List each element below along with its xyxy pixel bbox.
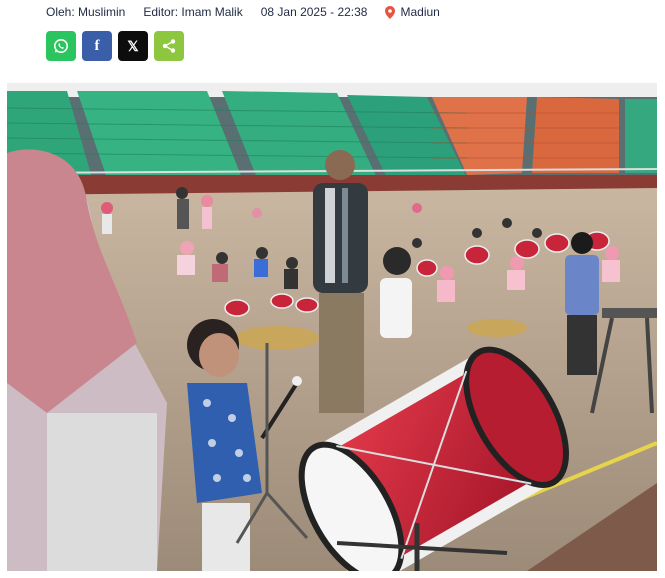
share-icon (162, 39, 176, 53)
share-generic-button[interactable] (154, 31, 184, 61)
author: Oleh: Muslimin (46, 5, 126, 19)
article-meta: Oleh: Muslimin Editor: Imam Malik 08 Jan… (46, 5, 458, 19)
whatsapp-icon (54, 39, 68, 53)
share-x-button[interactable]: 𝕏 (118, 31, 148, 61)
article-photo (7, 83, 657, 571)
share-whatsapp-button[interactable] (46, 31, 76, 61)
share-facebook-button[interactable]: f (82, 31, 112, 61)
share-bar: f 𝕏 (46, 31, 190, 61)
location-label: Madiun (400, 5, 440, 19)
facebook-icon: f (94, 37, 100, 54)
x-icon: 𝕏 (127, 37, 139, 54)
location-pin-icon (385, 5, 396, 19)
publish-datetime: 08 Jan 2025 - 22:38 (260, 5, 368, 19)
editor: Editor: Imam Malik (143, 5, 243, 19)
location: Madiun (385, 5, 457, 19)
drum-band-photo-illustration (7, 83, 657, 571)
